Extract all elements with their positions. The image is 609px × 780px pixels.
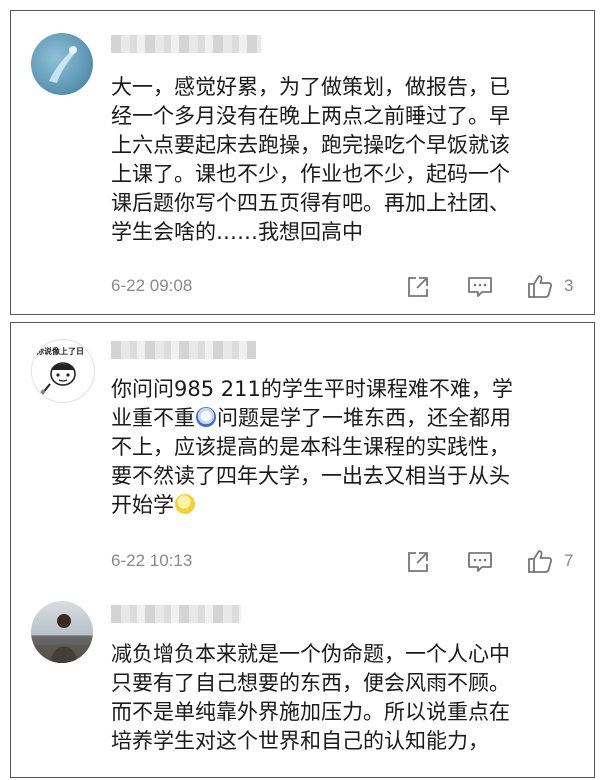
shocked-emoji-icon: [196, 407, 216, 427]
comment-text: 大一，感觉好累，为了做策划，做报告，已 经一个多月没有在晚上两点之前睡过了。早 …: [111, 75, 510, 244]
share-icon: [408, 552, 428, 572]
comment-text: 减负增负本来就是一个伪命题，一个人心中 只要有了自己想要的东西，便会风雨不顾。 …: [111, 642, 510, 753]
avatar-image: [31, 614, 93, 663]
like-button[interactable]: [526, 272, 554, 300]
username-blurred: [111, 605, 241, 623]
thinking-emoji-icon: [175, 494, 195, 514]
username-blurred: [111, 341, 256, 359]
share-button[interactable]: [404, 548, 432, 576]
comment-card-2: 你说像上了日 你问问985 211的学生平时课程难不难，学 业重不重 问题是学了一…: [10, 322, 595, 778]
like-button[interactable]: [526, 547, 554, 575]
share-button[interactable]: [404, 273, 432, 301]
share-icon: [408, 277, 428, 297]
avatar[interactable]: 你说像上了日: [31, 339, 95, 403]
reply-button[interactable]: [466, 273, 494, 301]
username-blurred: [111, 35, 261, 53]
like-count: 3: [564, 276, 574, 295]
comment-card-1: 大一，感觉好累，为了做策划，做报告，已 经一个多月没有在晚上两点之前睡过了。早 …: [10, 10, 595, 315]
comment-icon: [468, 552, 492, 572]
timestamp: 6-22 10:13: [111, 551, 193, 570]
avatar-image: [49, 46, 77, 83]
reply-button[interactable]: [466, 548, 494, 576]
avatar[interactable]: [31, 33, 93, 95]
comment-icon: [468, 277, 492, 297]
comment-text: 你问问985 211的学生平时课程难不难，学 业重不重 问题是学了一堆东西，还全都…: [111, 377, 513, 517]
avatar-caption: 你说像上了日: [36, 347, 84, 356]
timestamp: 6-22 09:08: [111, 276, 193, 295]
thumbs-up-icon: [528, 275, 553, 298]
avatar[interactable]: [31, 601, 93, 663]
like-count: 7: [564, 551, 574, 570]
thumbs-up-icon: [528, 550, 553, 573]
